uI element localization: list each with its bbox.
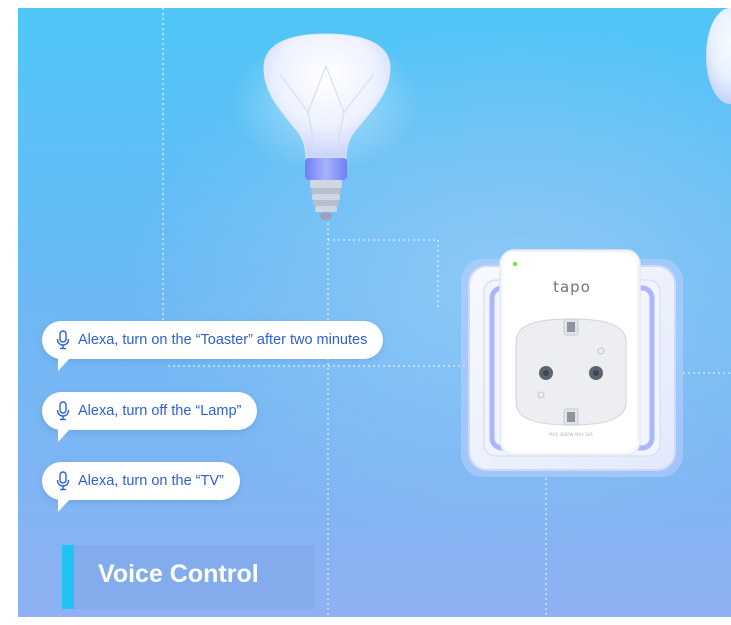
voice-command-text: Alexa, turn on the “Toaster” after two m… [78,332,368,348]
microphone-icon [56,401,70,421]
bulb-partial-icon [706,8,731,104]
voice-command-text: Alexa, turn on the “TV” [78,473,224,489]
smart-bulb-icon [231,33,421,220]
voice-command-bubble: Alexa, turn off the “Lamp” [42,392,258,442]
voice-command-text: Alexa, turn off the “Lamp” [78,403,242,419]
banner-artwork: tapo MAX 3680W MAX 16A [162,8,731,617]
feature-title-accent-bar [62,545,74,609]
smart-plug-icon: tapo MAX 3680W MAX 16A [499,249,641,456]
status-led [512,261,518,267]
voice-command-bubble: Alexa, turn on the “TV” [42,462,240,512]
microphone-icon [56,471,70,491]
plug-rating-label: MAX 3680W MAX 16A [549,432,593,437]
brand-logo: tapo [553,278,591,296]
voice-control-banner: tapo MAX 3680W MAX 16A Alexa, turn on th… [18,8,731,617]
feature-title: Voice Control [98,560,259,588]
microphone-icon [56,330,70,350]
voice-command-bubble: Alexa, turn on the “Toaster” after two m… [42,321,384,371]
